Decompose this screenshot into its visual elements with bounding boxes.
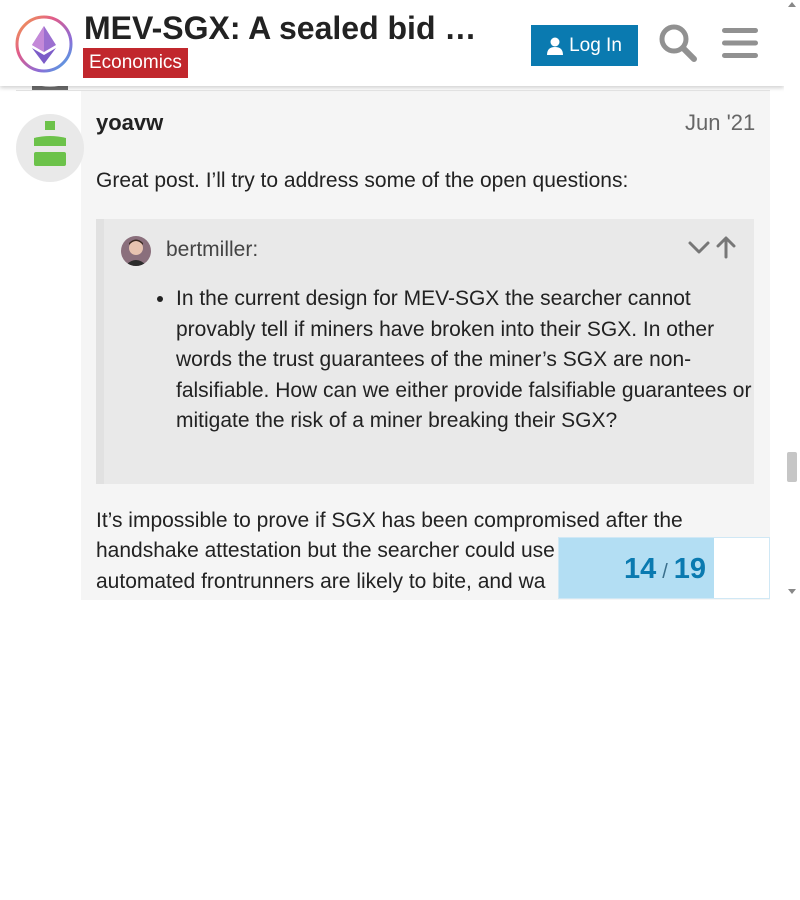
post-body-line: handshake attestation but the searcher c… [96, 539, 555, 562]
topic-progress[interactable]: 14/19 [558, 537, 770, 599]
jump-to-post-icon[interactable] [713, 234, 739, 260]
quote-list-item: In the current design for MEV-SGX the se… [176, 284, 766, 437]
post-body-line: It’s impossible to prove if SGX has been… [96, 509, 683, 532]
quote-author-avatar[interactable] [121, 236, 151, 266]
scroll-down-arrow[interactable] [788, 589, 796, 594]
progress-text: 14/19 [559, 538, 769, 598]
category-badge[interactable]: Economics [83, 48, 188, 78]
login-label: Log In [569, 34, 622, 56]
expand-quote-icon[interactable] [686, 234, 712, 260]
scrollbar-thumb[interactable] [787, 452, 797, 482]
progress-separator: / [662, 561, 668, 583]
progress-total: 19 [673, 553, 707, 585]
scrollbar[interactable] [784, 0, 800, 600]
avatar[interactable] [16, 114, 84, 182]
hamburger-menu-icon[interactable] [718, 21, 762, 65]
post-intro: Great post. I’ll try to address some of … [96, 169, 629, 192]
post-username[interactable]: yoavw [96, 110, 163, 136]
site-logo[interactable] [14, 14, 74, 74]
quote-border [96, 219, 104, 484]
site-header: MEV-SGX: A sealed bid … Economics Log In [0, 0, 784, 86]
login-button[interactable]: Log In [531, 25, 638, 66]
scroll-up-arrow[interactable] [788, 2, 796, 7]
page-viewport: yoavw Jun '21 Great post. I’ll try to ad… [0, 0, 800, 600]
post-body-line: automated frontrunners are likely to bit… [96, 570, 546, 593]
topic-title[interactable]: MEV-SGX: A sealed bid … [84, 8, 494, 48]
post-date[interactable]: Jun '21 [685, 110, 755, 136]
quote-author: bertmiller: [166, 238, 259, 261]
progress-current: 14 [623, 553, 657, 585]
search-icon[interactable] [656, 21, 700, 65]
quote-list: In the current design for MEV-SGX the se… [150, 284, 766, 437]
user-icon [547, 37, 564, 55]
